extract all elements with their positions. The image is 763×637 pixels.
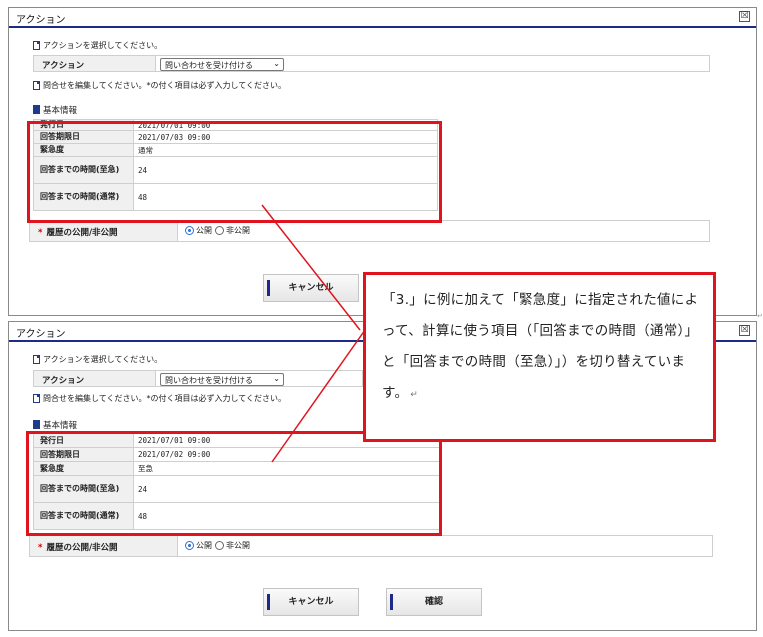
connector-line-bottom — [271, 329, 366, 463]
connector-line-top — [261, 204, 361, 331]
callout-text: 「3.」に例に加えて「緊急度」に指定された値によって、計算に使う項目（「回答まで… — [382, 292, 699, 401]
explanation-callout: 「3.」に例に加えて「緊急度」に指定された値によって、計算に使う項目（「回答まで… — [363, 272, 716, 442]
return-mark-edge: ↵ — [757, 312, 763, 320]
return-mark: ↵ — [410, 390, 419, 400]
screenshot-root: アクション ☒ アクションを選択してください。 アクション 問い合わせを受け付け… — [0, 0, 763, 637]
